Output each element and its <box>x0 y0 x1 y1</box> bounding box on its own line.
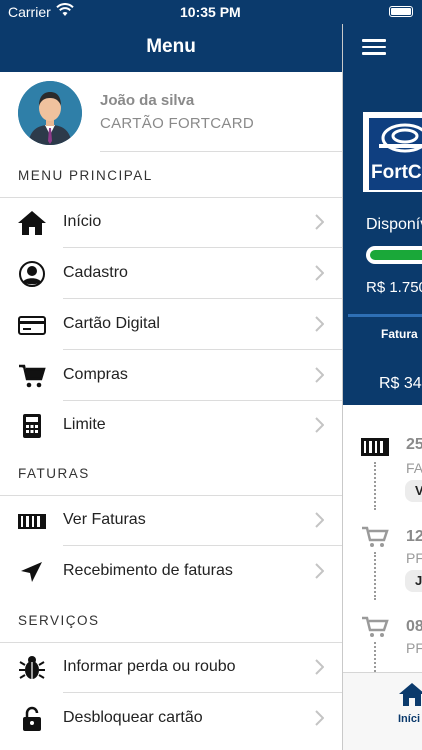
timeline-date: 08 <box>406 618 422 635</box>
barcode-icon <box>18 514 46 529</box>
chevron-right-icon <box>315 563 324 579</box>
cart-icon <box>19 364 46 388</box>
barcode-icon <box>361 438 389 456</box>
timeline-connector <box>374 642 376 672</box>
menu-item-label: Cadastro <box>63 264 128 281</box>
chevron-right-icon <box>315 512 324 528</box>
chevron-right-icon <box>315 710 324 726</box>
timeline-desc: FA <box>406 460 422 476</box>
chevron-right-icon <box>315 316 324 332</box>
chevron-right-icon <box>315 214 324 230</box>
timeline-desc: PF <box>406 550 422 566</box>
menu-item-perda-roubo[interactable]: Informar perda ou roubo <box>0 643 342 693</box>
section-title-servicos: SERVIÇOS <box>18 613 100 628</box>
menu-item-desbloquear-cartao[interactable]: Desbloquear cartão <box>0 694 342 744</box>
tab-inicio-label[interactable]: Iníci <box>398 713 420 725</box>
menu-item-compras[interactable]: Compras <box>0 351 342 401</box>
profile-header[interactable]: João da silva CARTÃO FORTCARD <box>0 72 342 152</box>
battery-icon <box>389 6 413 17</box>
section-title-menu-principal: MENU PRINCIPAL <box>18 168 153 183</box>
chevron-right-icon <box>315 367 324 383</box>
cart-icon <box>362 526 389 547</box>
clock: 10:35 PM <box>180 4 241 20</box>
profile-name: João da silva <box>100 92 195 109</box>
calculator-icon <box>23 414 41 438</box>
menu-item-limite[interactable]: Limite <box>0 401 342 451</box>
fatura-value: R$ 34 <box>379 375 422 392</box>
carrier-label: Carrier <box>8 4 51 20</box>
available-label: Disponív <box>366 216 422 233</box>
menu-item-label: Informar perda ou roubo <box>63 658 236 675</box>
logo-text: FortC <box>371 162 422 183</box>
menu-item-label: Desbloquear cartão <box>63 709 203 726</box>
menu-item-label: Início <box>63 213 102 230</box>
menu-item-recebimento-faturas[interactable]: Recebimento de faturas <box>0 547 342 597</box>
bug-icon <box>19 656 45 679</box>
timeline-connector <box>374 462 376 510</box>
cart-icon <box>362 616 389 637</box>
menu-item-label: Ver Faturas <box>63 511 146 528</box>
menu-item-cartao-digital[interactable]: Cartão Digital <box>0 300 342 350</box>
fortcard-logo: FortC <box>363 112 422 192</box>
menu-item-label: Compras <box>63 366 128 383</box>
bottom-tab-bar: Iníci <box>343 672 422 750</box>
menu-item-label: Cartão Digital <box>63 315 160 332</box>
home-icon <box>18 211 46 235</box>
chevron-right-icon <box>315 417 324 433</box>
side-drawer: Menu João da silva CARTÃO FORTCARD MENU … <box>0 0 342 750</box>
status-bar: Carrier 10:35 PM <box>0 0 422 24</box>
home-icon[interactable] <box>398 681 422 707</box>
chevron-right-icon <box>315 659 324 675</box>
wifi-icon <box>56 3 74 16</box>
menu-item-ver-faturas[interactable]: Ver Faturas <box>0 496 342 546</box>
user-circle-icon <box>19 261 45 287</box>
summary-panel: FortC Disponív R$ 1.750 Fatura R$ 34 <box>343 72 422 405</box>
menu-item-inicio[interactable]: Início <box>0 198 342 248</box>
hamburger-icon[interactable] <box>362 39 386 55</box>
divider <box>100 151 342 152</box>
timeline-badge: J <box>405 570 422 592</box>
menu-item-label: Limite <box>63 416 106 433</box>
logo-emblem-icon <box>379 123 422 153</box>
tab-fatura[interactable]: Fatura <box>381 327 418 341</box>
credit-card-icon <box>18 316 46 335</box>
avatar <box>18 81 82 145</box>
main-screen: FortC Disponív R$ 1.750 Fatura R$ 34 25 … <box>342 0 422 750</box>
send-icon <box>21 562 42 582</box>
timeline-connector <box>374 552 376 600</box>
tab-indicator <box>348 314 422 317</box>
timeline-date: 12 <box>406 528 422 545</box>
section-title-faturas: FATURAS <box>18 466 90 481</box>
timeline-date: 25 <box>406 436 422 453</box>
chevron-right-icon <box>315 265 324 281</box>
limit-progress-bar <box>366 246 422 264</box>
menu-item-cadastro[interactable]: Cadastro <box>0 249 342 299</box>
lock-icon <box>23 706 41 731</box>
drawer-title: Menu <box>0 24 342 72</box>
timeline-badge: V <box>405 480 422 502</box>
limit-value: R$ 1.750 <box>366 279 422 296</box>
menu-item-label: Recebimento de faturas <box>63 562 233 579</box>
profile-card-name: CARTÃO FORTCARD <box>100 115 254 132</box>
timeline-desc: PF <box>406 640 422 656</box>
